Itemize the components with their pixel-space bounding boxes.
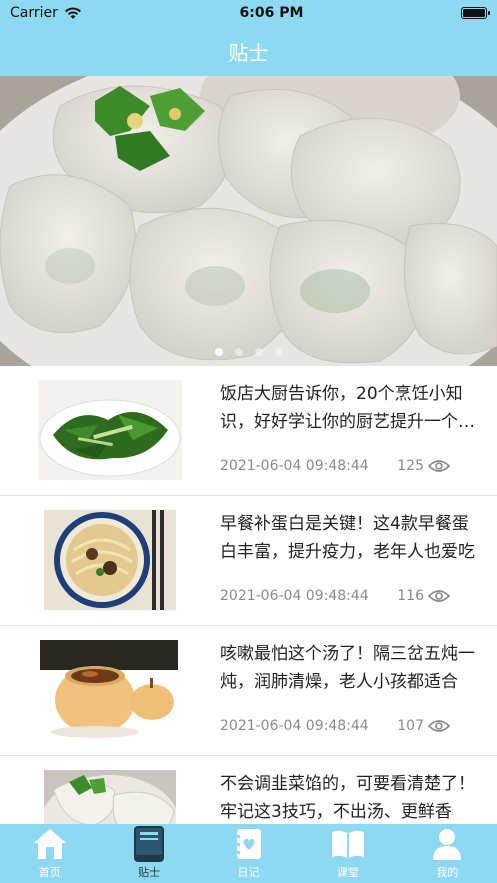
page-title: 贴士: [228, 40, 269, 65]
article-item[interactable]: 不会调韭菜馅的，可要看清楚了！牢记这3技巧，不出汤、更鲜香: [0, 756, 497, 824]
battery-icon: [461, 7, 490, 19]
diary-icon: [234, 829, 261, 859]
stir-fried-greens-image: [38, 380, 182, 480]
article-views: 107: [397, 718, 424, 734]
article-date: 2021-06-04 09:48:44: [220, 588, 369, 604]
tab-profile[interactable]: 我的: [398, 824, 497, 883]
open-book-icon: [331, 830, 364, 858]
article-title[interactable]: 饭店大厨告诉你，20个烹饪小知识，好好学让你的厨艺提升一个档次: [220, 380, 480, 436]
carousel-dot-4[interactable]: [274, 348, 283, 356]
article-title[interactable]: 不会调韭菜馅的，可要看清楚了！牢记这3技巧，不出汤、更鲜香: [220, 770, 480, 824]
tab-classroom[interactable]: 课堂: [298, 824, 397, 883]
tab-label: 日记: [237, 866, 260, 879]
article-item[interactable]: 咳嗽最怕这个汤了！隔三岔五炖一炖，润肺清燥，老人小孩都适合 2021-06-04…: [0, 626, 497, 756]
tab-diary[interactable]: 日记: [199, 824, 298, 883]
article-date: 2021-06-04 09:48:44: [220, 458, 369, 474]
tab-bar: 首页 贴士 日记 课堂 我的: [0, 824, 497, 883]
article-thumbnail: [40, 640, 178, 740]
article-meta: 2021-06-04 09:48:44 107: [220, 718, 450, 734]
banner-carousel[interactable]: [0, 76, 497, 366]
dumplings-image: [44, 770, 176, 824]
article-views: 116: [397, 588, 424, 604]
eye-icon: [428, 460, 450, 472]
banner-image-dumplings: [0, 76, 497, 366]
tab-label: 课堂: [336, 866, 359, 879]
article-title[interactable]: 早餐补蛋白是关键！这4款早餐蛋白丰富，提升疫力，老年人也爱吃: [220, 510, 480, 566]
carousel-dot-1[interactable]: [214, 348, 223, 356]
carousel-indicator[interactable]: [0, 348, 497, 356]
eye-icon: [428, 590, 450, 602]
article-meta: 2021-06-04 09:48:44 116: [220, 588, 450, 604]
article-item[interactable]: 早餐补蛋白是关键！这4款早餐蛋白丰富，提升疫力，老年人也爱吃 2021-06-0…: [0, 496, 497, 626]
home-icon: [33, 829, 66, 859]
eye-icon: [428, 720, 450, 732]
tab-label: 我的: [436, 866, 459, 879]
wifi-icon: [64, 7, 81, 19]
article-thumbnail: [38, 380, 182, 480]
status-bar: Carrier 6:06 PM: [0, 0, 497, 26]
tab-home[interactable]: 首页: [0, 824, 99, 883]
carousel-dot-3[interactable]: [254, 348, 263, 356]
article-date: 2021-06-04 09:48:44: [220, 718, 369, 734]
nav-bar: 贴士: [0, 26, 497, 76]
stewed-pear-image: [40, 640, 178, 740]
article-item[interactable]: 饭店大厨告诉你，20个烹饪小知识，好好学让你的厨艺提升一个档次 2021-06-…: [0, 366, 497, 496]
noodle-bowl-image: [44, 510, 176, 610]
article-title[interactable]: 咳嗽最怕这个汤了！隔三岔五炖一炖，润肺清燥，老人小孩都适合: [220, 640, 480, 696]
carousel-dot-2[interactable]: [234, 348, 243, 356]
tab-label: 贴士: [138, 866, 161, 879]
tab-label: 首页: [38, 866, 61, 879]
tab-tips[interactable]: 贴士: [99, 824, 198, 883]
article-meta: 2021-06-04 09:48:44 125: [220, 458, 450, 474]
article-list[interactable]: 饭店大厨告诉你，20个烹饪小知识，好好学让你的厨艺提升一个档次 2021-06-…: [0, 366, 497, 824]
article-thumbnail: [44, 510, 176, 610]
article-views: 125: [397, 458, 424, 474]
carrier-label: Carrier: [10, 5, 58, 21]
clock: 6:06 PM: [239, 5, 304, 21]
article-thumbnail: [44, 770, 176, 824]
status-left: Carrier: [10, 5, 82, 21]
person-icon: [433, 829, 462, 860]
book-icon: [134, 826, 165, 862]
